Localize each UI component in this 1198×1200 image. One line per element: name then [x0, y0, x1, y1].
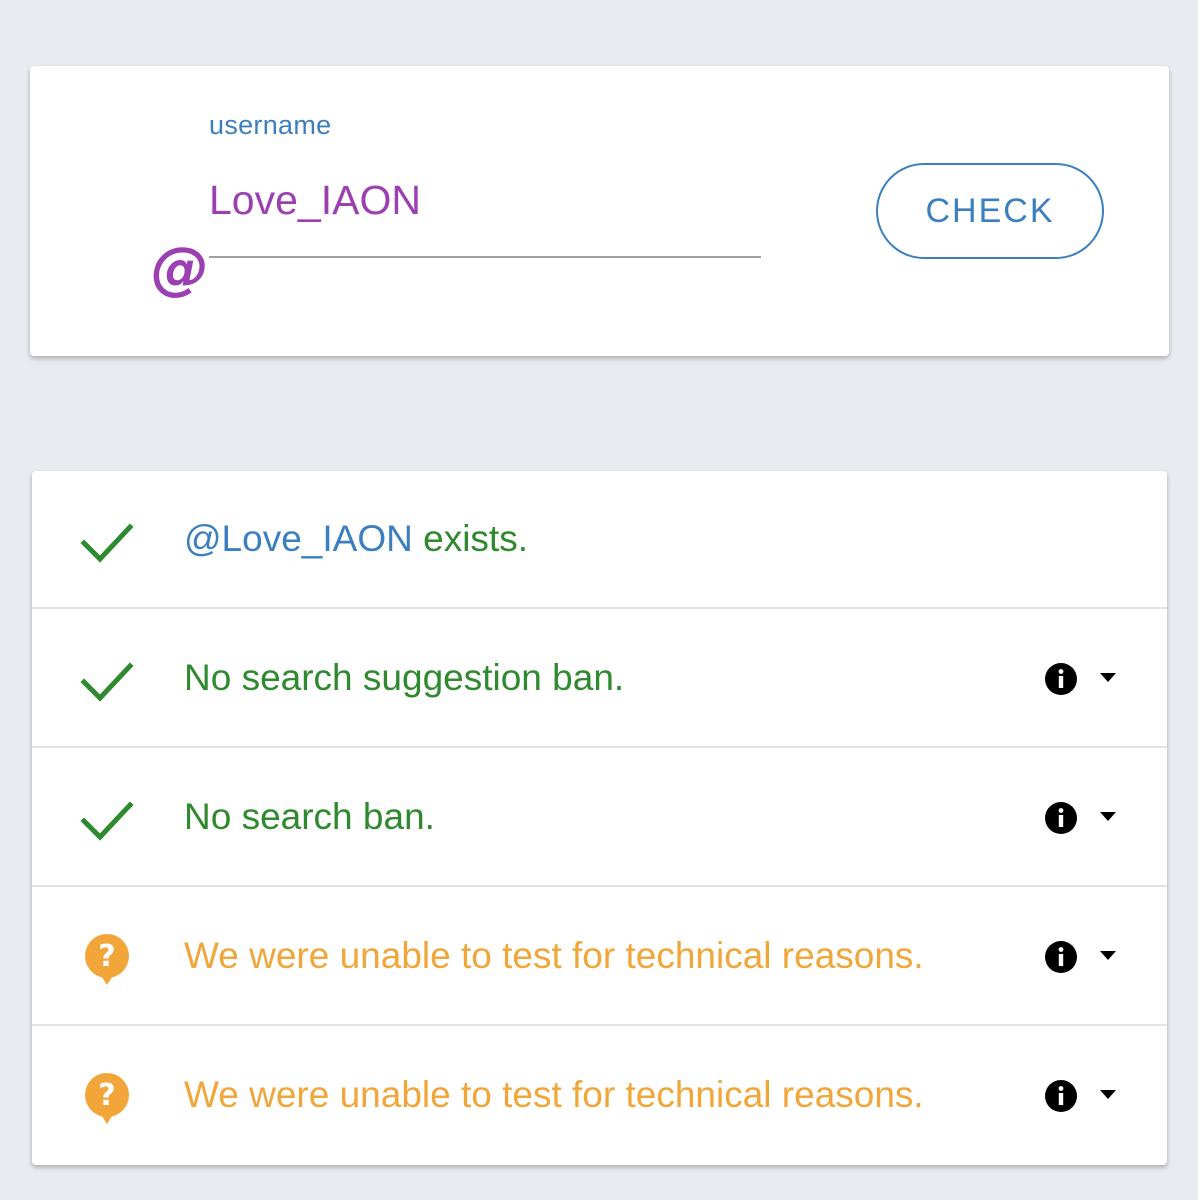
chevron-down-icon[interactable]: [1098, 950, 1118, 962]
username-handle[interactable]: @Love_IAON: [184, 518, 413, 559]
info-icon[interactable]: [1044, 801, 1078, 835]
username-underline: [209, 256, 761, 258]
result-row-reply-deboosting: ? We were unable to test for technical r…: [32, 1027, 1167, 1165]
result-message: No search suggestion ban.: [184, 657, 625, 698]
check-button[interactable]: CHECK: [876, 163, 1104, 259]
info-icon[interactable]: [1044, 940, 1078, 974]
result-row-search-ban: No search ban.: [32, 749, 1167, 887]
results-card: @Love_IAON exists. No search suggestion …: [32, 471, 1167, 1165]
chevron-down-icon[interactable]: [1098, 672, 1118, 684]
result-message: No search ban.: [184, 796, 435, 837]
question-bubble-icon: ?: [85, 1073, 129, 1124]
chevron-down-icon[interactable]: [1098, 811, 1118, 823]
result-text: @Love_IAON exists.: [184, 517, 528, 561]
info-icon[interactable]: [1044, 1079, 1078, 1113]
checkmark-icon: [80, 801, 134, 841]
result-message: exists.: [412, 518, 528, 559]
username-input[interactable]: [209, 172, 761, 228]
result-message: We were unable to test for technical rea…: [184, 1074, 924, 1115]
result-row-search-suggestion-ban: No search suggestion ban.: [32, 610, 1167, 748]
checkmark-icon: [80, 662, 134, 702]
result-row-ghost-ban: ? We were unable to test for technical r…: [32, 888, 1167, 1026]
question-bubble-icon: ?: [85, 934, 129, 985]
result-message: We were unable to test for technical rea…: [184, 935, 924, 976]
at-sign-icon: @: [151, 238, 209, 298]
checkmark-icon: [80, 523, 134, 563]
result-row-exists: @Love_IAON exists.: [32, 471, 1167, 609]
username-label: username: [209, 110, 332, 140]
svg-text:@: @: [151, 238, 209, 298]
info-icon[interactable]: [1044, 662, 1078, 696]
chevron-down-icon[interactable]: [1098, 1089, 1118, 1101]
svg-text:?: ?: [98, 939, 115, 974]
svg-text:?: ?: [98, 1078, 115, 1113]
